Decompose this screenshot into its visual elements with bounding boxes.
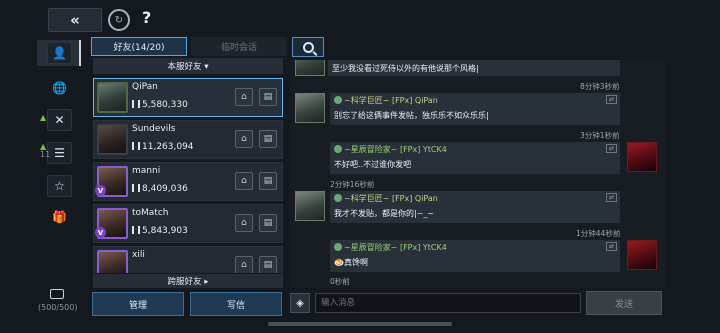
chat-button[interactable]: ⌂ — [235, 256, 253, 273]
power-icon — [132, 226, 140, 234]
write-mail-button[interactable]: 写信 — [190, 292, 282, 316]
server-friends-header[interactable]: 本服好友 ▾ — [93, 58, 283, 74]
translate-icon[interactable]: ⇄ — [606, 242, 617, 251]
friend-name: xili — [132, 250, 145, 260]
message-bubble: ~科学巨匠~ [FPx] QiPan ⇄ 我才不发贴，都是你的|~_~ — [330, 191, 620, 223]
translate-icon[interactable]: ⇄ — [606, 144, 617, 153]
avatar — [295, 191, 325, 221]
help-button[interactable]: ? — [142, 8, 151, 27]
chat-button[interactable]: ⌂ — [235, 172, 253, 190]
search-icon — [302, 41, 314, 53]
avatar — [97, 124, 128, 155]
rank-icon — [334, 243, 342, 251]
tab-temp-chat[interactable]: 临时会话 — [191, 37, 287, 56]
chat-button[interactable]: ⌂ — [235, 214, 253, 232]
search-button[interactable] — [292, 37, 324, 57]
avatar — [97, 82, 128, 113]
star-icon[interactable]: ☆ — [47, 175, 72, 197]
vip-badge-icon: V — [95, 185, 106, 196]
friend-power: 5,843,903 — [132, 226, 188, 236]
avatar — [295, 60, 325, 76]
info-button[interactable]: ▤ — [259, 256, 277, 273]
message-bubble: ~星辰冒险家~ [FPx] YtCK4 ⇄ 🍮真馋啊 — [330, 240, 620, 272]
friend-power: 5,580,330 — [132, 100, 188, 110]
avatar — [627, 142, 657, 172]
avatar — [97, 250, 128, 273]
friend-name: QiPan — [132, 82, 158, 92]
message-time: 8分钟3秒前 — [580, 82, 620, 91]
message-text: 别忘了给这俩事件发帖，独乐乐不如众乐乐| — [334, 111, 489, 120]
friend-row[interactable]: xili ⌂ ▤ — [93, 246, 283, 273]
emoji-button[interactable]: ◈ — [290, 293, 310, 313]
message-input[interactable] — [315, 293, 581, 313]
chat-log[interactable]: 至少我没看过死侍以外的有他说那个风格| 8分钟3秒前 ~科学巨匠~ [FPx] … — [290, 60, 665, 288]
chat-button[interactable]: ⌂ — [235, 88, 253, 106]
friend-row[interactable]: QiPan 5,580,330 ⌂ ▤ — [93, 78, 283, 117]
info-button[interactable]: ▤ — [259, 130, 277, 148]
message-time: 3分钟1秒前 — [580, 131, 620, 140]
translate-icon[interactable]: ⇄ — [606, 193, 617, 202]
manage-button[interactable]: 管理 — [92, 292, 184, 316]
message-text: 至少我没看过死侍以外的有他说那个风格| — [332, 64, 479, 73]
side-rail: 👤 🌐 ✕ ▲ ☰ ▲ 11 ☆ 🎁 — [37, 38, 83, 328]
send-button[interactable]: 发送 — [586, 291, 662, 315]
sender-name: ~科学巨匠~ [FPx] QiPan — [334, 95, 438, 106]
friend-name: toMatch — [132, 208, 169, 218]
rank-icon — [334, 96, 342, 104]
message-text: 我才不发贴，都是你的|~_~ — [334, 209, 435, 218]
warning-icon: ▲ — [40, 113, 47, 122]
tab-friends[interactable]: 好友(14/20) — [91, 37, 187, 56]
info-button[interactable]: ▤ — [259, 88, 277, 106]
person-icon[interactable]: 👤 — [47, 42, 72, 64]
vip-badge-icon: V — [95, 227, 106, 238]
sender-name: ~星辰冒险家~ [FPx] YtCK4 — [334, 242, 447, 253]
power-icon — [132, 142, 140, 150]
message-bubble: ~科学巨匠~ [FPx] QiPan ⇄ 别忘了给这俩事件发帖，独乐乐不如众乐乐… — [330, 93, 620, 125]
friend-row[interactable]: V toMatch 5,843,903 ⌂ ▤ — [93, 204, 283, 243]
friend-name: manni — [132, 166, 161, 176]
gift-icon[interactable]: 🎁 — [47, 206, 72, 228]
friend-power: 11,263,094 — [132, 142, 194, 152]
back-button[interactable]: « — [48, 8, 102, 32]
info-button[interactable]: ▤ — [259, 172, 277, 190]
info-button[interactable]: ▤ — [259, 214, 277, 232]
message-bubble: ~星辰冒险家~ [FPx] YtCK4 ⇄ 不好吧..不过谁你发吧 — [330, 142, 620, 174]
refresh-icon: ↻ — [114, 14, 124, 26]
alliance-count: 11 — [40, 150, 51, 159]
avatar — [295, 93, 325, 123]
refresh-button[interactable]: ↻ — [108, 9, 130, 31]
home-indicator[interactable] — [268, 322, 452, 326]
mail-icon[interactable] — [50, 289, 64, 299]
list-icon[interactable]: ☰ — [47, 142, 72, 164]
emoji-icon: ◈ — [296, 297, 304, 309]
sender-name: ~科学巨匠~ [FPx] QiPan — [334, 193, 438, 204]
message-text: 🍮真馋啊 — [334, 258, 368, 267]
message-bubble: 至少我没看过死侍以外的有他说那个风格| — [328, 60, 620, 76]
mail-count: (500/500) — [38, 303, 78, 312]
chat-button[interactable]: ⌂ — [235, 130, 253, 148]
cross-server-friends-header[interactable]: 跨服好友 ▸ — [93, 274, 283, 288]
message-time: 2分钟16秒前 — [330, 180, 375, 189]
friend-power: 8,409,036 — [132, 184, 188, 194]
message-time: 0秒前 — [330, 277, 350, 286]
power-icon — [132, 184, 140, 192]
crossed-swords-icon[interactable]: ✕ — [47, 109, 72, 131]
avatar — [627, 240, 657, 270]
double-chevron-left-icon: « — [70, 11, 80, 29]
globe-icon[interactable]: 🌐 — [47, 77, 72, 99]
friend-row[interactable]: V manni 8,409,036 ⌂ ▤ — [93, 162, 283, 201]
message-text: 不好吧..不过谁你发吧 — [334, 160, 412, 169]
sender-name: ~星辰冒险家~ [FPx] YtCK4 — [334, 144, 447, 155]
message-time: 1分钟44秒前 — [576, 229, 621, 238]
power-icon — [132, 100, 140, 108]
friend-list[interactable]: QiPan 5,580,330 ⌂ ▤ Sundevils 11,263,094… — [93, 78, 283, 273]
rank-icon — [334, 145, 342, 153]
rank-icon — [334, 194, 342, 202]
translate-icon[interactable]: ⇄ — [606, 95, 617, 104]
friend-name: Sundevils — [132, 124, 176, 134]
friend-row[interactable]: Sundevils 11,263,094 ⌂ ▤ — [93, 120, 283, 159]
